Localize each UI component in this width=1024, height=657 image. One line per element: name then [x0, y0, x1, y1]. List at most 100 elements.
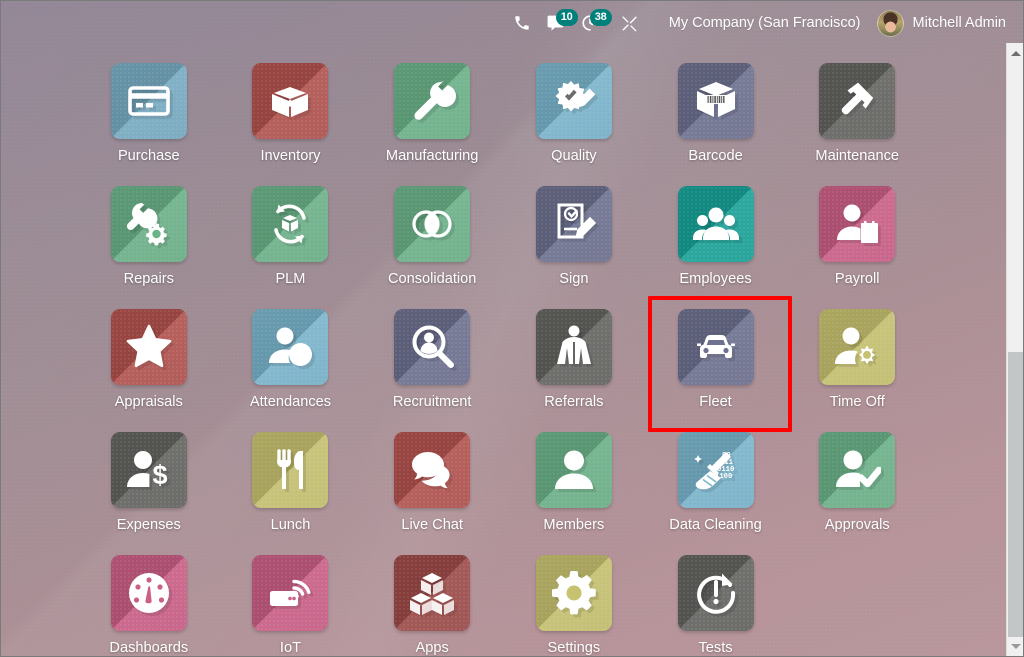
vertical-scrollbar[interactable]: [1006, 43, 1024, 657]
scroll-up-arrow-icon[interactable]: [1007, 45, 1024, 62]
app-icon-purchase[interactable]: [111, 63, 187, 139]
app-tile-maintenance[interactable]: Maintenance: [786, 54, 928, 177]
app-icon-live-chat[interactable]: [394, 432, 470, 508]
app-label: Live Chat: [401, 517, 463, 533]
app-icon-inventory[interactable]: [252, 63, 328, 139]
app-tile-data-cleaning[interactable]: 0011101101100 Data Cleaning: [645, 423, 787, 546]
hammer-icon: [833, 77, 881, 125]
wrench-screwdriver-icon[interactable]: [613, 6, 647, 40]
app-tile-dashboards[interactable]: Dashboards: [78, 546, 220, 657]
company-switcher[interactable]: My Company (San Francisco): [669, 15, 861, 31]
open-box-icon: [266, 77, 314, 125]
app-tile-settings[interactable]: Settings: [503, 546, 645, 657]
app-icon-payroll[interactable]: $: [819, 186, 895, 262]
app-tile-members[interactable]: Members: [503, 423, 645, 546]
app-tile-referrals[interactable]: Referrals: [503, 300, 645, 423]
app-tile-tests[interactable]: Tests: [645, 546, 787, 657]
cubes-icon: [408, 569, 456, 617]
app-label: Purchase: [118, 148, 180, 164]
app-icon-settings[interactable]: [536, 555, 612, 631]
app-label: Referrals: [544, 394, 603, 410]
app-tile-time-off[interactable]: Time Off: [786, 300, 928, 423]
app-tile-fleet[interactable]: Fleet: [645, 300, 787, 423]
app-label: Inventory: [260, 148, 320, 164]
people-group-icon: [692, 200, 740, 248]
app-label: Maintenance: [815, 148, 899, 164]
app-label: Appraisals: [115, 394, 183, 410]
app-label: Employees: [679, 271, 751, 287]
app-label: Manufacturing: [386, 148, 478, 164]
app-icon-consolidation[interactable]: [394, 186, 470, 262]
app-tile-inventory[interactable]: Inventory: [220, 54, 362, 177]
app-label: Lunch: [271, 517, 311, 533]
app-tile-lunch[interactable]: Lunch: [220, 423, 362, 546]
app-icon-manufacturing[interactable]: [394, 63, 470, 139]
messages-menu-icon[interactable]: 10: [539, 6, 573, 40]
app-icon-time-off[interactable]: [819, 309, 895, 385]
app-icon-lunch[interactable]: [252, 432, 328, 508]
svg-text:$: $: [152, 460, 167, 490]
svg-text:1100: 1100: [715, 473, 732, 481]
activities-menu-icon[interactable]: 38: [573, 6, 607, 40]
app-tile-employees[interactable]: Employees: [645, 177, 787, 300]
app-tile-attendances[interactable]: Attendances: [220, 300, 362, 423]
app-tile-approvals[interactable]: Approvals: [786, 423, 928, 546]
app-icon-repairs[interactable]: [111, 186, 187, 262]
app-icon-dashboards[interactable]: [111, 555, 187, 631]
app-icon-plm[interactable]: [252, 186, 328, 262]
app-label: Fleet: [699, 394, 731, 410]
app-icon-maintenance[interactable]: [819, 63, 895, 139]
app-tile-payroll[interactable]: $ Payroll: [786, 177, 928, 300]
app-label: Payroll: [835, 271, 880, 287]
superhero-cape-icon: [550, 323, 598, 371]
person-dollar-icon: $: [125, 446, 173, 494]
app-icon-apps[interactable]: [394, 555, 470, 631]
app-icon-quality[interactable]: [536, 63, 612, 139]
box-refresh-icon: [266, 200, 314, 248]
app-icon-members[interactable]: [536, 432, 612, 508]
app-tile-manufacturing[interactable]: Manufacturing: [361, 54, 503, 177]
chat-bubbles-icon: [408, 446, 456, 494]
app-icon-expenses[interactable]: $: [111, 432, 187, 508]
user-menu[interactable]: Mitchell Admin: [877, 10, 1006, 37]
document-pencil-icon: [550, 200, 598, 248]
app-tile-barcode[interactable]: Barcode: [645, 54, 787, 177]
app-icon-iot[interactable]: [252, 555, 328, 631]
app-tile-iot[interactable]: IoT: [220, 546, 362, 657]
app-tile-quality[interactable]: Quality: [503, 54, 645, 177]
app-icon-employees[interactable]: [678, 186, 754, 262]
app-label: Dashboards: [109, 640, 188, 656]
systray: 10 38 My Company (San Francisco) Mitchel…: [0, 0, 1024, 46]
app-icon-recruitment[interactable]: [394, 309, 470, 385]
app-tile-expenses[interactable]: $ Expenses: [78, 423, 220, 546]
app-tile-plm[interactable]: PLM: [220, 177, 362, 300]
app-label: Settings: [547, 640, 600, 656]
app-icon-sign[interactable]: [536, 186, 612, 262]
app-label: Expenses: [117, 517, 181, 533]
app-icon-approvals[interactable]: [819, 432, 895, 508]
app-icon-fleet[interactable]: [678, 309, 754, 385]
phone-icon[interactable]: [505, 6, 539, 40]
app-label: Data Cleaning: [669, 517, 762, 533]
app-icon-attendances[interactable]: [252, 309, 328, 385]
app-label: Repairs: [124, 271, 174, 287]
scrollbar-thumb[interactable]: [1008, 352, 1023, 637]
person-icon: [550, 446, 598, 494]
gauge-icon: [125, 569, 173, 617]
app-tile-sign[interactable]: Sign: [503, 177, 645, 300]
app-tile-live-chat[interactable]: Live Chat: [361, 423, 503, 546]
app-icon-tests[interactable]: [678, 555, 754, 631]
app-tile-consolidation[interactable]: Consolidation: [361, 177, 503, 300]
scroll-down-arrow-icon[interactable]: [1007, 638, 1024, 655]
app-tile-repairs[interactable]: Repairs: [78, 177, 220, 300]
app-icon-appraisals[interactable]: [111, 309, 187, 385]
app-label: Recruitment: [393, 394, 472, 410]
app-icon-barcode[interactable]: [678, 63, 754, 139]
app-label: Time Off: [830, 394, 885, 410]
app-tile-apps[interactable]: Apps: [361, 546, 503, 657]
app-tile-purchase[interactable]: Purchase: [78, 54, 220, 177]
app-icon-referrals[interactable]: [536, 309, 612, 385]
app-tile-recruitment[interactable]: Recruitment: [361, 300, 503, 423]
app-tile-appraisals[interactable]: Appraisals: [78, 300, 220, 423]
app-icon-data-cleaning[interactable]: 0011101101100: [678, 432, 754, 508]
